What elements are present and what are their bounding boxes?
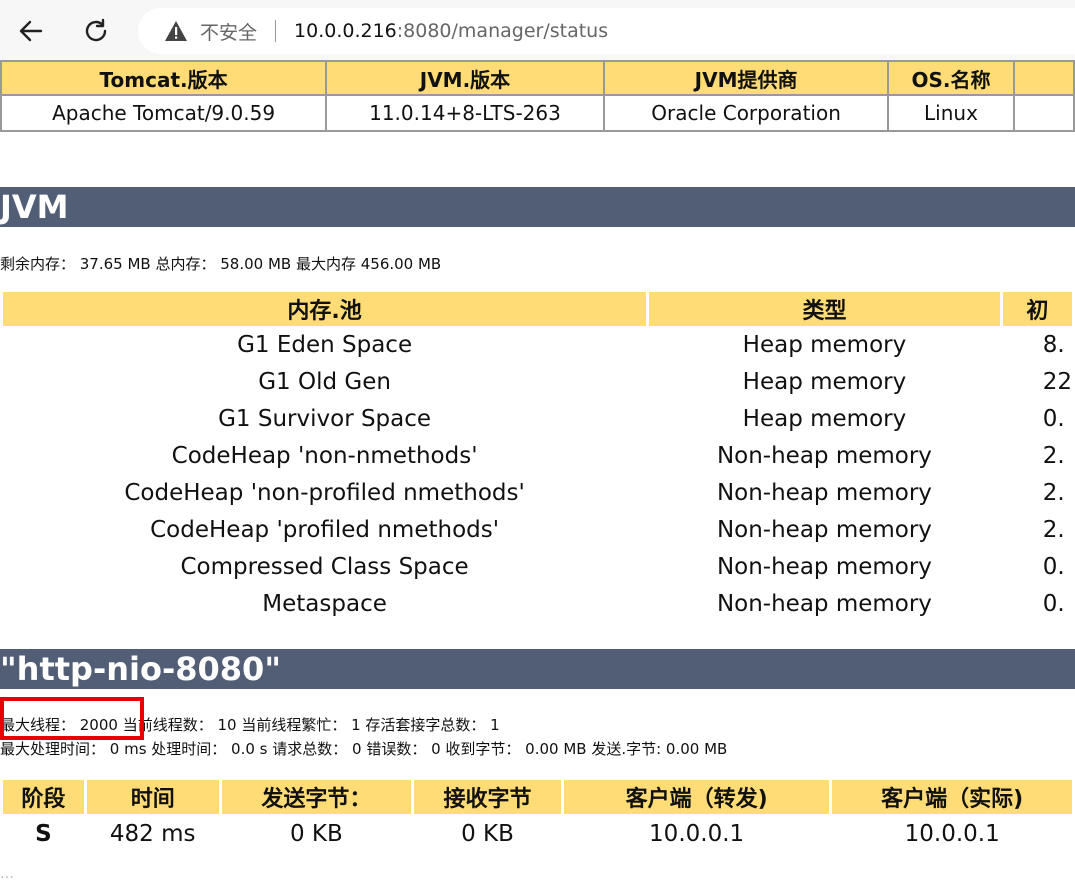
header-memory-pool: 内存.池 [3, 292, 647, 326]
back-arrow-icon[interactable] [12, 12, 50, 50]
browser-toolbar: 不安全 10.0.0.216:8080/manager/status [0, 0, 1075, 62]
thread-table: 阶段 时间 发送字节： 接收字节 客户端（转发) 客户端（实际) S 482 m… [0, 780, 1075, 854]
header-jvm-version: JVM.版本 [325, 60, 605, 96]
pool-type: Non-heap memory [716, 442, 932, 469]
cell-jvm-vendor: Oracle Corporation [602, 94, 890, 132]
pool-name: CodeHeap 'non-profiled nmethods' [124, 479, 525, 506]
pool-name: G1 Old Gen [258, 368, 391, 395]
highlight-box [0, 697, 144, 740]
header-stage: 阶段 [3, 780, 84, 814]
request-summary: 最大处理时间： 0 ms 处理时间： 0.0 s 请求总数： 0 错误数： 0 … [0, 740, 728, 758]
cell-next [1012, 94, 1075, 132]
pool-type: Non-heap memory [716, 553, 932, 580]
pool-initial: 2. [1042, 479, 1065, 506]
table-row: S 482 ms 0 KB 0 KB 10.0.0.1 10.0.0.1 [3, 814, 1072, 854]
table-row: CodeHeap 'profiled nmethods' Non-heap me… [3, 511, 1072, 548]
cell-client-forwarded: 10.0.0.1 [649, 821, 745, 847]
cell-time: 482 ms [109, 821, 196, 847]
pool-type: Non-heap memory [716, 479, 932, 506]
memory-pool-table: 内存.池 类型 初 G1 Eden Space Heap memory 8. G… [0, 292, 1075, 622]
connector-section-title: "http-nio-8080" [0, 649, 1075, 689]
table-row: Metaspace Non-heap memory 0. [3, 585, 1072, 622]
header-initial: 初 [1002, 292, 1072, 326]
cell-os-name: Linux [887, 94, 1015, 132]
table-row: G1 Old Gen Heap memory 22 [3, 363, 1072, 400]
url-path: :8080/manager/status [396, 20, 609, 42]
cell-bytes-sent: 0 KB [289, 821, 343, 847]
pool-initial: 8. [1042, 331, 1065, 358]
header-type: 类型 [649, 292, 1000, 326]
cell-client-actual: 10.0.0.1 [904, 821, 1000, 847]
reload-icon[interactable] [77, 12, 115, 50]
table-row: CodeHeap 'non-nmethods' Non-heap memory … [3, 437, 1072, 474]
cell-jvm-version: 11.0.14+8-LTS-263 [325, 94, 605, 132]
header-time: 时间 [86, 780, 219, 814]
header-os-name: OS.名称 [887, 60, 1015, 96]
url-host: 10.0.0.216 [294, 20, 397, 42]
cell-stage: S [35, 821, 52, 847]
pool-name: CodeHeap 'profiled nmethods' [150, 516, 500, 543]
pool-name: Compressed Class Space [180, 553, 469, 580]
table-row: G1 Eden Space Heap memory 8. [3, 326, 1072, 363]
header-next [1012, 60, 1075, 96]
pool-name: CodeHeap 'non-nmethods' [171, 442, 478, 469]
pool-type: Heap memory [742, 368, 907, 395]
header-bytes-sent: 发送字节： [221, 780, 412, 814]
warning-icon[interactable] [164, 19, 188, 43]
cell-bytes-received: 0 KB [461, 821, 514, 847]
header-client-actual: 客户端（实际) [832, 780, 1072, 814]
pool-initial: 22 [1042, 368, 1072, 395]
security-status-label[interactable]: 不安全 [200, 18, 257, 45]
header-client-forwarded: 客户端（转发) [563, 780, 830, 814]
pool-type: Non-heap memory [716, 590, 932, 617]
header-tomcat-version: Tomcat.版本 [0, 60, 328, 96]
pool-name: G1 Survivor Space [218, 405, 432, 432]
header-jvm-vendor: JVM提供商 [602, 60, 890, 96]
pool-type: Non-heap memory [716, 516, 932, 543]
table-row: Compressed Class Space Non-heap memory 0… [3, 548, 1072, 585]
table-row: CodeHeap 'non-profiled nmethods' Non-hea… [3, 474, 1072, 511]
server-info-table: Tomcat.版本 JVM.版本 JVM提供商 OS.名称 Apache Tom… [0, 60, 1075, 132]
pool-initial: 0. [1042, 405, 1065, 432]
pool-initial: 0. [1042, 590, 1065, 617]
jvm-section-title: JVM [0, 187, 1075, 227]
pool-type: Heap memory [742, 405, 907, 432]
divider [275, 20, 277, 42]
address-bar[interactable]: 不安全 10.0.0.216:8080/manager/status [138, 8, 1075, 54]
pool-initial: 2. [1042, 442, 1065, 469]
pool-name: Metaspace [262, 590, 387, 617]
pool-name: G1 Eden Space [237, 331, 413, 358]
url-text[interactable]: 10.0.0.216:8080/manager/status [294, 20, 608, 42]
table-row: G1 Survivor Space Heap memory 0. [3, 400, 1072, 437]
pool-type: Heap memory [742, 331, 907, 358]
pool-initial: 2. [1042, 516, 1065, 543]
truncated-line: … [0, 866, 14, 882]
memory-summary: 剩余内存： 37.65 MB 总内存： 58.00 MB 最大内存 456.00… [0, 255, 442, 273]
pool-initial: 0. [1042, 553, 1065, 580]
header-bytes-received: 接收字节 [414, 780, 561, 814]
cell-tomcat-version: Apache Tomcat/9.0.59 [0, 94, 328, 132]
